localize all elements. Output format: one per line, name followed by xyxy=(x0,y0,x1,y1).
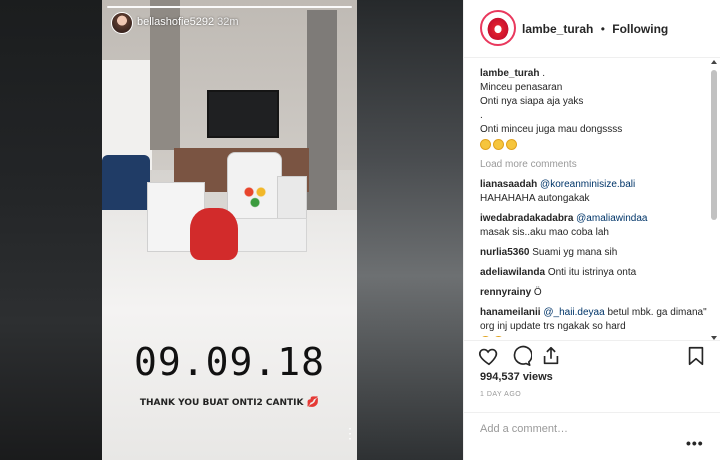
caption-emojis xyxy=(480,139,712,150)
comment-emojis xyxy=(480,336,712,337)
story-frame: bellashofie5292 32m 09.09.18 THANK YOU B… xyxy=(102,0,357,460)
post-media[interactable]: bellashofie5292 32m 09.09.18 THANK YOU B… xyxy=(0,0,463,460)
caption-line: Minceu penasaran xyxy=(480,82,563,93)
comment-item: hanameilanii @_haii.deyaa betul mbk. ga … xyxy=(480,306,712,337)
smiley-emoji-icon xyxy=(493,139,504,150)
comment-username[interactable]: rennyrainy xyxy=(480,287,531,298)
caption-line: . xyxy=(480,110,483,121)
posted-time[interactable]: 1 DAY AGO xyxy=(480,391,521,398)
add-comment-section: ••• xyxy=(464,412,720,460)
story-caption-row: THANK YOU BUAT ONTI2 CANTIK 💋 xyxy=(102,397,357,408)
comment-username[interactable]: hanameilanii xyxy=(480,307,541,318)
laughing-emoji-icon xyxy=(493,336,504,337)
story-progress-bar xyxy=(107,6,352,8)
load-more-comments-button[interactable]: Load more comments xyxy=(480,158,712,172)
smiley-emoji-icon xyxy=(480,139,491,150)
story-avatar[interactable] xyxy=(111,12,133,34)
story-username[interactable]: bellashofie5292 xyxy=(137,16,214,28)
comment-mention[interactable]: @amaliawindaa xyxy=(576,213,647,224)
story-time: 32m xyxy=(217,16,239,28)
save-button[interactable] xyxy=(685,345,709,369)
comment-item: lianasaadah @koreanminisize.bali HAHAHAH… xyxy=(480,178,712,206)
caption-line: Onti minceu juga mau dongssss xyxy=(480,124,623,135)
lips-icon: 💋 xyxy=(306,397,320,408)
post-side-panel: lambe_turah • Following lambe_turah . Mi… xyxy=(463,0,720,460)
heart-icon xyxy=(478,348,498,366)
share-button[interactable] xyxy=(540,345,564,369)
comment-text: HAHAHAHA autongakak xyxy=(480,193,590,204)
comment-username[interactable]: nurlia5360 xyxy=(480,247,529,258)
share-icon xyxy=(543,346,559,365)
comment-item: iwedabradakadabra @amaliawindaa masak si… xyxy=(480,212,712,240)
instagram-post-modal: bellashofie5292 32m 09.09.18 THANK YOU B… xyxy=(0,0,720,460)
story-date-text: 09.09.18 xyxy=(133,340,326,384)
add-comment-input[interactable] xyxy=(480,423,680,435)
bookmark-icon xyxy=(688,346,704,366)
caption-line: Onti nya siapa aja yaks xyxy=(480,96,584,107)
caption-suffix: . xyxy=(542,68,546,79)
comment-item: nurlia5360 Suami yg mana sih xyxy=(480,246,712,260)
media-blur-right xyxy=(357,0,463,460)
comment-text: Ö xyxy=(533,287,542,298)
comment-mention[interactable]: @_haii.deyaa xyxy=(543,307,604,318)
bag-print xyxy=(240,180,270,210)
story-username-row[interactable]: bellashofie5292 32m xyxy=(137,16,239,28)
story-more-icon[interactable]: ⋮ xyxy=(343,426,357,440)
caption-username[interactable]: lambe_turah xyxy=(480,68,539,79)
smiley-emoji-icon xyxy=(506,139,517,150)
media-blur-left xyxy=(0,0,102,460)
comment-username[interactable]: lianasaadah xyxy=(480,179,537,190)
header-separator: • xyxy=(600,22,605,36)
author-avatar[interactable] xyxy=(480,10,516,46)
like-button[interactable] xyxy=(478,345,502,369)
comment-item: rennyrainy Ö xyxy=(480,286,712,300)
comments-scrollbar[interactable] xyxy=(709,60,719,340)
post-header: lambe_turah • Following xyxy=(464,0,720,58)
following-button[interactable]: Following xyxy=(612,22,668,36)
curtain-right xyxy=(307,10,337,220)
comment-text: Suami yg mana sih xyxy=(532,247,618,258)
laughing-emoji-icon xyxy=(480,336,491,337)
comment-item: adeliawilanda Onti itu istrinya onta xyxy=(480,266,712,280)
comment-button[interactable] xyxy=(510,345,534,369)
scroll-up-arrow-icon[interactable] xyxy=(711,60,717,64)
story-caption-text: THANK YOU BUAT ONTI2 CANTIK xyxy=(139,398,304,408)
post-actions-bar xyxy=(464,340,720,370)
television xyxy=(207,90,279,138)
comment-text: masak sis..aku mao coba lah xyxy=(480,227,609,238)
scroll-thumb[interactable] xyxy=(711,70,717,220)
comment-mention[interactable]: @koreanminisize.bali xyxy=(540,179,635,190)
post-caption: lambe_turah . Minceu penasaran Onti nya … xyxy=(480,67,712,150)
lips-logo-icon xyxy=(486,16,510,40)
comment-username[interactable]: iwedabradakadabra xyxy=(480,213,573,224)
red-pouch xyxy=(190,208,238,260)
comments-list[interactable]: lambe_turah . Minceu penasaran Onti nya … xyxy=(480,67,712,337)
comment-username[interactable]: adeliawilanda xyxy=(480,267,545,278)
comment-bubble-icon xyxy=(513,345,533,366)
author-username[interactable]: lambe_turah xyxy=(522,22,593,36)
more-options-button[interactable]: ••• xyxy=(686,435,704,451)
views-count[interactable]: 994,537 views xyxy=(480,371,553,383)
header-user-row: lambe_turah • Following xyxy=(522,22,668,36)
window-light xyxy=(102,60,152,170)
basket xyxy=(277,176,307,221)
comment-text: Onti itu istrinya onta xyxy=(547,267,637,278)
